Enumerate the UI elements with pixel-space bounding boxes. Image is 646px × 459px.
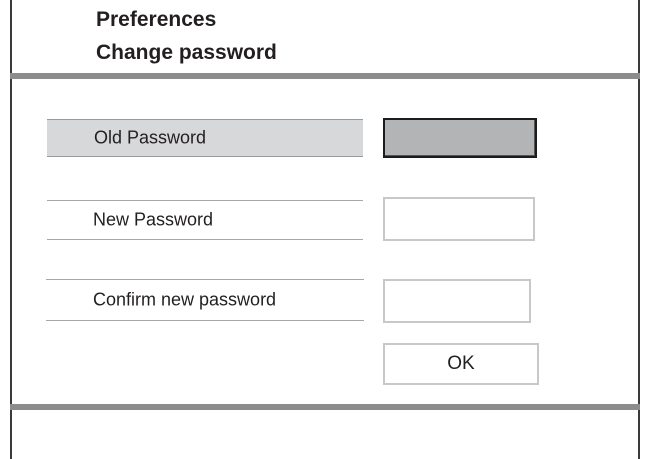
old-password-row[interactable]: Old Password — [47, 119, 363, 157]
confirm-password-field[interactable] — [383, 279, 531, 323]
page-title: Change password — [96, 41, 277, 64]
footer-divider — [10, 404, 640, 410]
menu-title: Preferences — [96, 8, 217, 31]
old-password-field[interactable] — [383, 118, 537, 158]
confirm-password-label: Confirm new password — [93, 289, 277, 310]
old-password-label: Old Password — [94, 127, 207, 148]
confirm-password-row[interactable]: Confirm new password — [46, 279, 364, 321]
new-password-row[interactable]: New Password — [47, 200, 363, 240]
new-password-label: New Password — [93, 209, 214, 230]
ok-button[interactable]: OK — [383, 343, 539, 385]
header-divider — [10, 73, 640, 79]
new-password-field[interactable] — [383, 197, 535, 241]
